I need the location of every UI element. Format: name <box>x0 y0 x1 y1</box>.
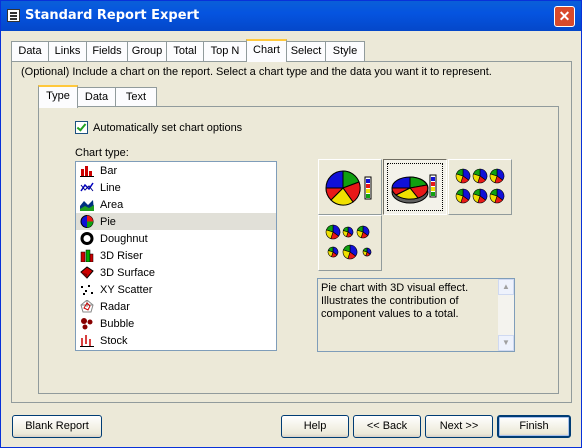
window-title: Standard Report Expert <box>25 8 200 23</box>
chart-description: (Optional) Include a chart on the report… <box>21 66 492 78</box>
close-button[interactable]: ✕ <box>554 6 575 27</box>
subtype-description: Pie chart with 3D visual effect. Illustr… <box>321 282 469 320</box>
chart-type-item-bar[interactable]: Bar <box>76 162 276 179</box>
flat-pie-icon <box>325 170 372 206</box>
chart-type-item-stock[interactable]: Stock <box>76 332 276 349</box>
chart-type-item-pie[interactable]: Pie <box>76 213 276 230</box>
multiple-pie-icon <box>455 168 505 204</box>
stock-chart-icon <box>80 334 94 347</box>
3d-riser-chart-icon <box>80 249 94 263</box>
inner-tab-text[interactable]: Text <box>115 87 157 107</box>
back-button[interactable]: << Back <box>353 415 421 438</box>
3d-surface-chart-icon <box>80 266 94 279</box>
tab-data[interactable]: Data <box>11 41 49 61</box>
tab-total[interactable]: Total <box>166 41 204 61</box>
scroll-down-icon[interactable]: ▼ <box>498 335 514 351</box>
tab-select[interactable]: Select <box>286 41 326 61</box>
scatter-chart-icon <box>80 283 94 296</box>
chart-type-label: Area <box>100 198 124 211</box>
bar-chart-icon <box>80 164 94 177</box>
chart-type-item-area[interactable]: Area <box>76 196 276 213</box>
pie-subtype-3d-button[interactable] <box>383 159 447 215</box>
tab-group[interactable]: Group <box>127 41 167 61</box>
help-button[interactable]: Help <box>281 415 349 438</box>
focus-rect <box>387 163 443 211</box>
chart-type-label: Line <box>100 181 121 194</box>
chart-type-item-doughnut[interactable]: Doughnut <box>76 230 276 247</box>
subtype-description-box: Pie chart with 3D visual effect. Illustr… <box>317 278 515 352</box>
scroll-up-icon[interactable]: ▲ <box>498 279 514 295</box>
next-button[interactable]: Next >> <box>425 415 493 438</box>
chart-type-label: Chart type: <box>75 147 129 159</box>
line-chart-icon <box>80 181 94 194</box>
pie-subtype-multiple-button[interactable] <box>448 159 512 215</box>
chart-type-item-3d-riser[interactable]: 3D Riser <box>76 247 276 264</box>
chart-type-item-bubble[interactable]: Bubble <box>76 315 276 332</box>
tab-top-n[interactable]: Top N <box>203 41 247 61</box>
pie-chart-icon <box>80 215 94 228</box>
inner-tab-type[interactable]: Type <box>38 85 78 108</box>
doughnut-chart-icon <box>80 232 94 245</box>
inner-tab-data[interactable]: Data <box>77 87 116 107</box>
chart-type-label: Bar <box>100 164 118 177</box>
chart-type-list[interactable]: Bar Line Area Pie Doughnut 3D Riser 3D Surface… <box>75 161 277 351</box>
chart-type-item-radar[interactable]: Radar <box>76 298 276 315</box>
tab-style[interactable]: Style <box>325 41 365 61</box>
checkbox-checked-icon[interactable] <box>75 121 88 134</box>
chart-type-item-xy-scatter[interactable]: XY Scatter <box>76 281 276 298</box>
chart-type-label: Bubble <box>100 317 135 330</box>
description-scrollbar[interactable]: ▲ ▼ <box>498 279 514 351</box>
tab-links[interactable]: Links <box>48 41 87 61</box>
tab-chart[interactable]: Chart <box>246 39 287 62</box>
blank-report-button[interactable]: Blank Report <box>12 415 102 438</box>
finish-button[interactable]: Finish <box>497 415 571 438</box>
area-chart-icon <box>80 198 94 211</box>
chart-type-label: Doughnut <box>100 232 148 245</box>
pie-subtype-flat-button[interactable] <box>318 159 382 215</box>
report-expert-window: Standard Report Expert ✕ Data Links Fields… <box>0 0 582 448</box>
chart-type-item-line[interactable]: Line <box>76 179 276 196</box>
multiple-proportional-pie-icon <box>325 224 372 260</box>
chart-type-label: 3D Surface <box>100 266 156 279</box>
auto-options-checkbox[interactable]: Automatically set chart options <box>75 121 242 134</box>
chart-type-label: Radar <box>100 300 130 313</box>
app-icon <box>7 9 20 22</box>
chart-type-label: XY Scatter <box>100 283 153 296</box>
chart-type-item-3d-surface[interactable]: 3D Surface <box>76 264 276 281</box>
chart-type-label: Stock <box>100 334 128 347</box>
radar-chart-icon <box>80 299 94 313</box>
auto-options-label: Automatically set chart options <box>93 121 243 134</box>
pie-subtype-multiple-proportional-button[interactable] <box>318 215 382 271</box>
chart-type-label: Pie <box>100 215 116 228</box>
bubble-chart-icon <box>80 317 94 330</box>
chart-type-label: 3D Riser <box>100 249 143 262</box>
title-bar[interactable]: Standard Report Expert ✕ <box>1 1 581 31</box>
tab-fields[interactable]: Fields <box>86 41 128 61</box>
